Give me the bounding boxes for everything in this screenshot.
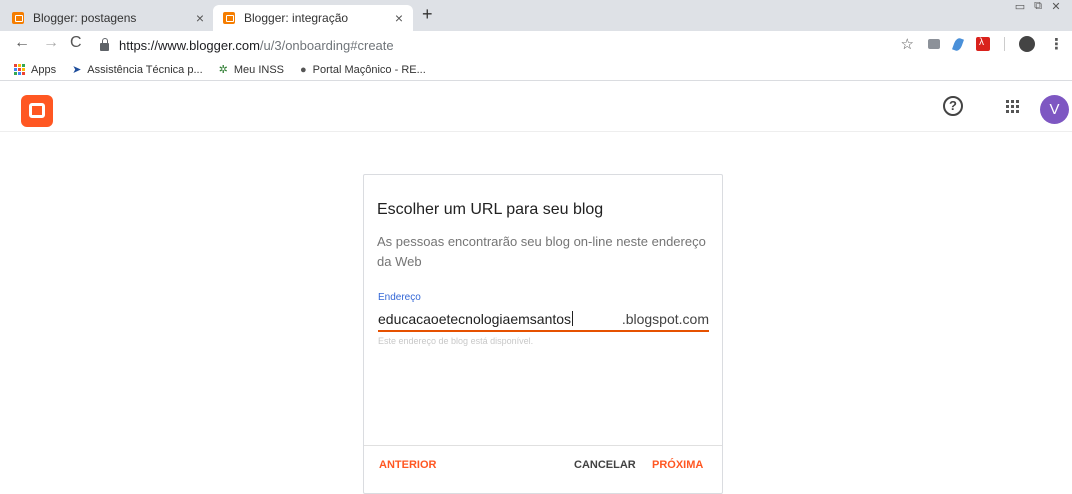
pdf-extension-icon[interactable]	[976, 37, 990, 51]
lock-icon	[100, 38, 109, 51]
tab-title: Blogger: postagens	[33, 11, 137, 25]
bookmark-label: Meu INSS	[233, 63, 285, 76]
bookmarks-bar: Apps ➤ Assistência Técnica p... ✲ Meu IN…	[0, 59, 1072, 81]
dialog-title: Escolher um URL para seu blog	[377, 201, 604, 218]
url-path: /u/3/onboarding#create	[259, 37, 394, 53]
availability-helper: Este endereço de blog está disponível.	[378, 336, 534, 346]
bookmark-label: Apps	[31, 63, 57, 76]
browser-tabstrip: Blogger: postagens × Blogger: integração…	[0, 0, 1072, 31]
arrow-bookmark-icon: ➤	[72, 64, 82, 76]
blogger-favicon-icon	[12, 12, 24, 24]
browser-tab-postagens[interactable]: Blogger: postagens ×	[12, 5, 208, 31]
avatar[interactable]: V	[1040, 95, 1069, 124]
menu-kebab-icon[interactable]: ⋮	[1049, 35, 1064, 53]
blogger-logo-icon[interactable]	[21, 95, 53, 127]
inss-icon: ✲	[218, 64, 228, 76]
tab-close-icon[interactable]: ×	[391, 10, 407, 26]
extension-icon[interactable]	[928, 39, 940, 49]
window-controls: ▭ ⧉ ✕	[1012, 0, 1064, 14]
browser-tab-integracao[interactable]: Blogger: integração ×	[213, 5, 413, 31]
text-caret	[572, 311, 574, 326]
back-icon[interactable]: ←	[14, 34, 30, 52]
apps-icon	[14, 64, 25, 75]
close-window-icon[interactable]: ✕	[1048, 0, 1064, 14]
bookmark-apps[interactable]: Apps	[14, 64, 56, 76]
star-icon[interactable]: ☆	[901, 35, 914, 53]
next-button[interactable]: PRÓXIMA	[652, 459, 703, 471]
url-host: https://www.blogger.com	[119, 37, 260, 53]
tab-close-icon[interactable]: ×	[192, 10, 208, 26]
forward-icon[interactable]: →	[43, 34, 59, 52]
app-header: ? V	[0, 82, 1072, 132]
restore-icon[interactable]: ⧉	[1030, 0, 1046, 14]
create-blog-dialog: Escolher um URL para seu blog As pessoas…	[363, 174, 723, 494]
tab-title: Blogger: integração	[244, 11, 349, 25]
address-suffix: .blogspot.com	[621, 311, 709, 327]
minimize-icon[interactable]: ▭	[1012, 0, 1028, 14]
cancel-button[interactable]: CANCELAR	[574, 459, 636, 471]
browser-toolbar: ← → C https://www.blogger.com /u/3/onboa…	[0, 31, 1072, 59]
profile-icon[interactable]	[1019, 36, 1035, 52]
address-field-label: Endereço	[378, 292, 421, 303]
toolbar-separator	[1004, 37, 1005, 51]
previous-button[interactable]: ANTERIOR	[379, 459, 436, 471]
dialog-divider	[364, 445, 722, 446]
address-bar[interactable]: https://www.blogger.com /u/3/onboarding#…	[100, 34, 900, 56]
address-input[interactable]: educacaoetecnologiaemsantos	[378, 311, 574, 327]
globe-icon: ●	[300, 63, 307, 76]
dialog-subtitle: As pessoas encontrarão seu blog on-line …	[377, 234, 706, 269]
address-input-value: educacaoetecnologiaemsantos	[378, 311, 572, 327]
address-field[interactable]: educacaoetecnologiaemsantos .blogspot.co…	[378, 308, 709, 332]
blogger-favicon-icon	[223, 12, 235, 24]
toolbar-actions: ☆ ⋮	[901, 35, 1064, 53]
help-icon[interactable]: ?	[943, 96, 963, 116]
bookmark-meu-inss[interactable]: ✲ Meu INSS	[218, 63, 285, 77]
feather-extension-icon[interactable]	[952, 36, 964, 52]
apps-grid-icon[interactable]	[1006, 100, 1019, 113]
reload-icon[interactable]: C	[70, 34, 82, 52]
new-tab-icon[interactable]: +	[422, 4, 433, 25]
bookmark-assistencia[interactable]: ➤ Assistência Técnica p...	[72, 63, 203, 77]
bookmark-label: Assistência Técnica p...	[87, 63, 203, 76]
bookmark-label: Portal Maçônico - RE...	[312, 63, 426, 76]
bookmark-portal[interactable]: ● Portal Maçônico - RE...	[300, 64, 426, 76]
